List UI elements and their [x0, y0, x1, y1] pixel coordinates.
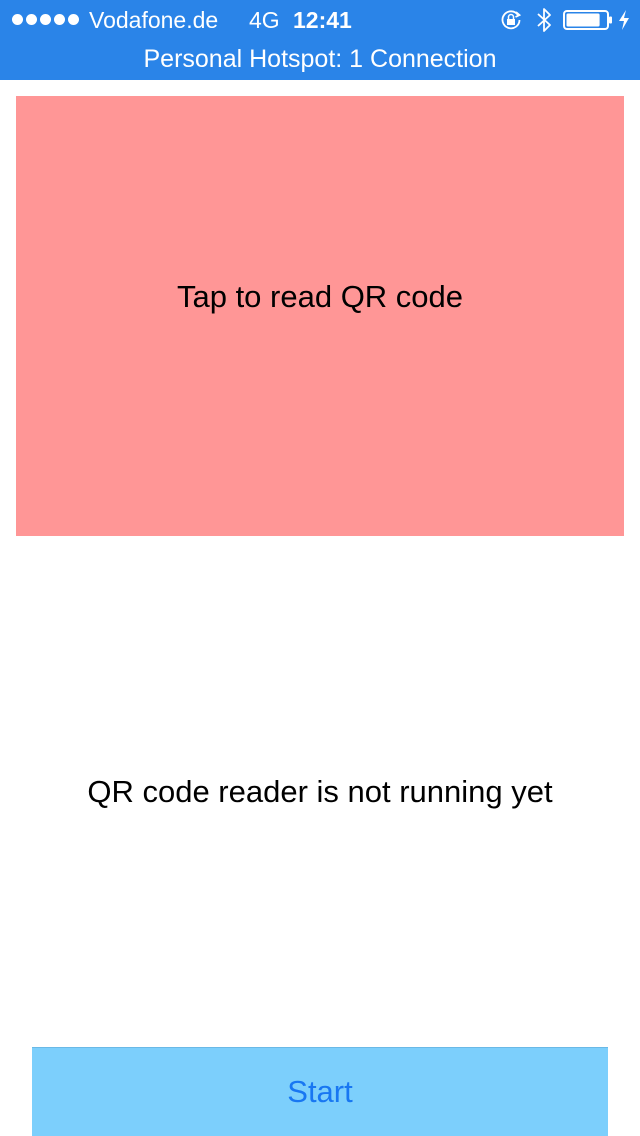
- clock: 12:41: [293, 7, 352, 33]
- orientation-lock-icon: [501, 10, 522, 30]
- network-type: 4G: [249, 7, 280, 33]
- battery-icon: [563, 10, 612, 30]
- app-screen: Vodafone.de 4G 12:41 Personal Hotspot: 1…: [0, 0, 640, 1136]
- signal-dots-icon: [12, 14, 79, 26]
- hotspot-banner[interactable]: Personal Hotspot: 1 Connection: [0, 40, 640, 80]
- status-bar: Vodafone.de 4G 12:41 Personal Hotspot: 1…: [0, 0, 640, 80]
- qr-scan-area[interactable]: Tap to read QR code: [16, 96, 624, 536]
- bluetooth-icon: [537, 8, 551, 32]
- reader-status-message: QR code reader is not running yet: [87, 774, 553, 809]
- carrier-name: Vodafone.de: [89, 7, 219, 33]
- start-button[interactable]: Start: [32, 1047, 608, 1136]
- status-row: Vodafone.de 4G 12:41: [0, 0, 640, 40]
- qr-scan-label: Tap to read QR code: [176, 279, 464, 314]
- charging-bolt-icon: [619, 10, 629, 30]
